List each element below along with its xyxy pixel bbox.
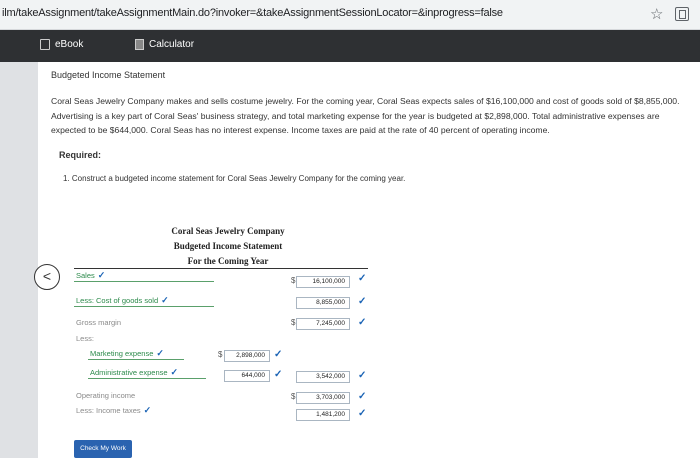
browser-address-bar: ilm/takeAssignment/takeAssignmentMain.do…	[0, 0, 700, 30]
check-my-work-button[interactable]: Check My Work	[74, 440, 132, 458]
income-taxes-amount-input[interactable]: 1,481,200	[296, 409, 350, 421]
previous-arrow-button[interactable]: <	[34, 264, 60, 290]
dollar-sign: $	[291, 276, 296, 285]
correct-check-icon: ✓	[358, 391, 367, 402]
ebook-button[interactable]: eBook	[40, 39, 83, 50]
check-icon: ✓	[143, 405, 152, 415]
book-icon	[40, 39, 50, 50]
admin-label[interactable]: Administrative expense ✓	[90, 367, 178, 378]
label-underline	[88, 378, 206, 379]
marketing-label[interactable]: Marketing expense ✓	[90, 348, 164, 359]
check-icon: ✓	[97, 270, 106, 280]
check-icon: ✓	[170, 367, 179, 377]
dollar-sign: $	[291, 392, 296, 401]
required-label: Required:	[59, 149, 102, 160]
correct-check-icon: ✓	[358, 317, 367, 328]
label-underline	[74, 281, 214, 282]
url-text[interactable]: ilm/takeAssignment/takeAssignmentMain.do…	[2, 7, 503, 19]
check-icon: ✓	[156, 348, 164, 358]
company-name: Coral Seas Jewelry Company	[171, 226, 285, 236]
gross-margin-amount-input[interactable]: 7,245,000	[296, 318, 350, 330]
problem-panel: Budgeted Income Statement Coral Seas Jew…	[38, 62, 700, 458]
calculator-button[interactable]: Calculator	[135, 39, 194, 50]
correct-check-icon: ✓	[358, 296, 367, 307]
ebook-label: eBook	[55, 39, 84, 51]
check-icon: ✓	[161, 295, 169, 305]
header-underline	[74, 268, 368, 269]
sales-amount-input[interactable]: 16,100,000	[296, 276, 350, 288]
correct-check-icon: ✓	[358, 408, 367, 419]
question-text: 1. Construct a budgeted income statement…	[63, 173, 406, 183]
less-label: Less:	[76, 334, 94, 343]
correct-check-icon: ✓	[358, 370, 367, 381]
correct-check-icon: ✓	[274, 349, 283, 360]
calculator-label: Calculator	[149, 39, 195, 51]
correct-check-icon: ✓	[274, 369, 283, 380]
label-underline	[88, 359, 184, 360]
calculator-icon	[135, 39, 144, 50]
dollar-sign: $	[291, 318, 296, 327]
sales-label[interactable]: Sales ✓	[76, 270, 105, 281]
label-underline	[74, 306, 214, 307]
bookmark-star-icon[interactable]: ☆	[650, 5, 663, 23]
statement-title: Budgeted Income Statement	[173, 241, 283, 251]
income-taxes-label[interactable]: Less: Income taxes ✓	[76, 405, 151, 416]
statement-period: For the Coming Year	[187, 256, 269, 266]
operating-income-amount-input[interactable]: 3,703,000	[296, 392, 350, 404]
operating-income-label: Operating income	[76, 391, 136, 400]
tool-bar: eBook Calculator	[0, 30, 700, 62]
marketing-amount-input[interactable]: 2,898,000	[224, 350, 270, 362]
dollar-sign: $	[218, 350, 223, 359]
admin-amount-input[interactable]: 644,000	[224, 370, 270, 382]
cogs-amount-input[interactable]: 8,855,000	[296, 297, 350, 309]
problem-heading: Budgeted Income Statement	[51, 70, 166, 80]
cogs-label[interactable]: Less: Cost of goods sold ✓	[76, 295, 169, 306]
gross-margin-label: Gross margin	[76, 318, 122, 327]
total-expense-amount-input[interactable]: 3,542,000	[296, 371, 350, 383]
problem-paragraph: Coral Seas Jewelry Company makes and sel…	[51, 96, 680, 135]
extension-icon[interactable]	[675, 7, 689, 21]
correct-check-icon: ✓	[358, 273, 367, 284]
